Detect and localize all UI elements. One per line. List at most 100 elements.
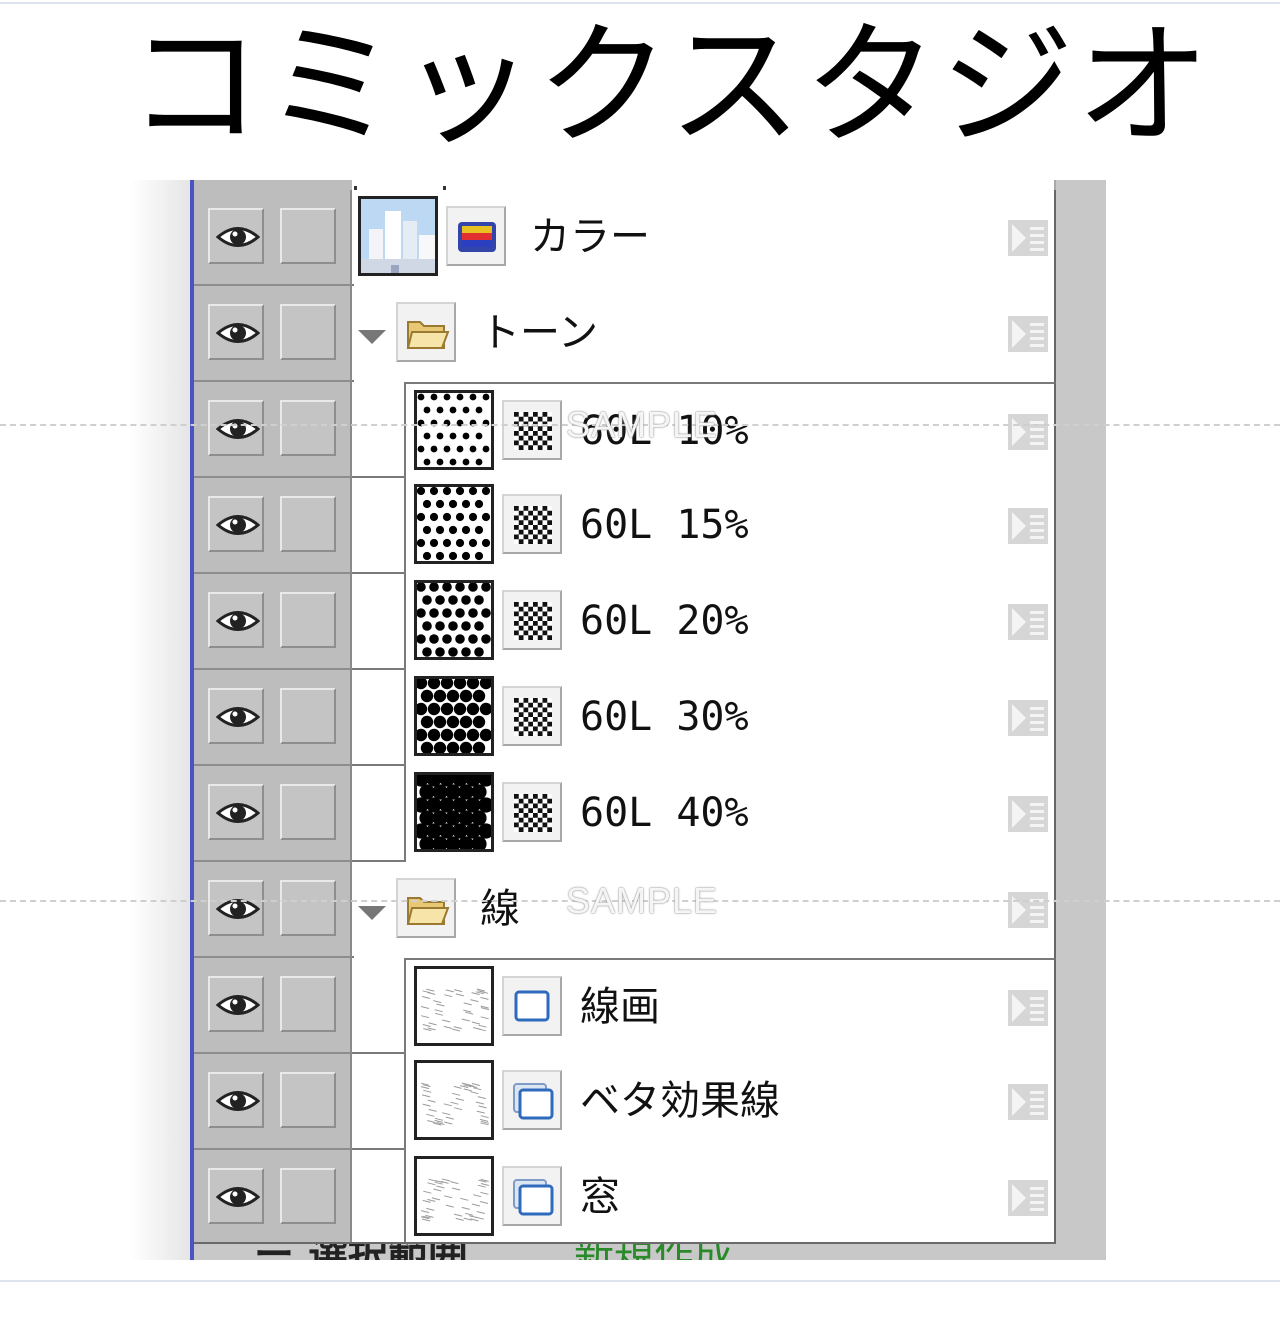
layer-toggle-cell — [194, 382, 352, 478]
eye-icon[interactable] — [208, 400, 264, 456]
layer-name: トーン — [480, 310, 598, 356]
lock-toggle[interactable] — [280, 1072, 336, 1128]
layer-thumbnail — [414, 484, 494, 564]
layer-content[interactable]: 60L 30% — [404, 670, 1056, 766]
layer-panel: カラートーン 60L 10% 60L 15% 60L 20% 60L 30% 60L 40… — [190, 180, 1106, 1260]
eye-icon[interactable] — [208, 304, 264, 360]
layer-toggle-cell — [194, 286, 352, 382]
lock-toggle[interactable] — [280, 400, 336, 456]
layer-row[interactable]: 60L 30% — [194, 670, 1056, 766]
watermark-text-2: SAMPLE — [566, 880, 719, 921]
eye-icon[interactable] — [208, 880, 264, 936]
raster-layer-icon — [502, 976, 562, 1036]
layer-properties-icon[interactable] — [1008, 414, 1048, 454]
lock-toggle[interactable] — [280, 976, 336, 1032]
layer-toggle-cell — [194, 574, 352, 670]
layer-thumbnail — [414, 1156, 494, 1236]
layer-properties-icon[interactable] — [1008, 796, 1048, 836]
lock-toggle[interactable] — [280, 592, 336, 648]
layer-row[interactable]: 60L 15% — [194, 478, 1056, 574]
triangle-down-icon[interactable] — [358, 330, 386, 344]
top-frame-line — [0, 2, 1280, 4]
layer-name: 60L 40% — [580, 790, 749, 836]
layer-thumbnail — [414, 966, 494, 1046]
layer-content[interactable]: 60L 15% — [404, 478, 1056, 574]
checker-icon — [502, 400, 562, 460]
layer-row[interactable]: 線画 — [194, 958, 1056, 1056]
layer-name: カラー — [530, 214, 650, 260]
selection-area-label: ー 選択範囲 — [254, 1244, 468, 1260]
layer-toggle-cell — [194, 1150, 352, 1246]
layer-properties-icon[interactable] — [1008, 316, 1048, 356]
layer-name: 線画 — [580, 984, 660, 1030]
layer-row[interactable]: 窓 — [194, 1150, 1056, 1246]
eye-icon[interactable] — [208, 592, 264, 648]
layer-name: 線 — [480, 886, 520, 932]
lock-toggle[interactable] — [280, 688, 336, 744]
watermark-text-1: SAMPLE — [566, 404, 719, 445]
layer-content[interactable]: 線画 — [404, 958, 1056, 1056]
layer-properties-icon[interactable] — [1008, 220, 1048, 260]
eye-icon[interactable] — [208, 496, 264, 552]
lock-toggle[interactable] — [280, 304, 336, 360]
layer-row[interactable]: 60L 40% — [194, 766, 1056, 862]
layer-toggle-cell — [194, 862, 352, 958]
layer-toggle-cell — [194, 1054, 352, 1150]
eye-icon[interactable] — [208, 688, 264, 744]
lock-toggle[interactable] — [280, 208, 336, 264]
layer-properties-icon[interactable] — [1008, 700, 1048, 740]
layer-content[interactable]: ベタ効果線 — [404, 1054, 1056, 1150]
bottom-frame-line — [0, 1280, 1280, 1282]
eye-icon[interactable] — [208, 784, 264, 840]
layer-properties-icon[interactable] — [1008, 990, 1048, 1030]
layer-content[interactable]: 窓 — [404, 1150, 1056, 1246]
layer-thumbnail — [414, 1060, 494, 1140]
layer-row[interactable]: トーン — [194, 286, 1056, 382]
layer-row[interactable]: ベタ効果線 — [194, 1054, 1056, 1150]
layer-properties-icon[interactable] — [1008, 508, 1048, 548]
layer-thumbnail — [358, 196, 438, 276]
layer-toggle-cell — [194, 958, 352, 1054]
new-create-label[interactable]: 新規作成 — [574, 1244, 734, 1260]
page-title: コミックスタジオ — [128, 8, 1212, 164]
layer-toggle-cell — [194, 766, 352, 862]
color-layer-icon — [446, 206, 506, 266]
layer-content[interactable]: カラー — [354, 190, 1056, 286]
layer-panel-scrollbar[interactable] — [1054, 180, 1106, 1260]
eye-icon[interactable] — [208, 976, 264, 1032]
lock-toggle[interactable] — [280, 880, 336, 936]
eye-icon[interactable] — [208, 1072, 264, 1128]
layer-name: ベタ効果線 — [580, 1078, 780, 1124]
layer-name: 60L 30% — [580, 694, 749, 740]
layer-properties-icon[interactable] — [1008, 1180, 1048, 1220]
layer-row[interactable]: カラー — [194, 190, 1056, 286]
checker-icon — [502, 686, 562, 746]
layer-content[interactable]: トーン — [354, 286, 1056, 382]
raster-layer-icon — [502, 1166, 562, 1226]
lock-toggle[interactable] — [280, 1168, 336, 1224]
triangle-down-icon[interactable] — [358, 906, 386, 920]
lock-toggle[interactable] — [280, 784, 336, 840]
eye-icon[interactable] — [208, 1168, 264, 1224]
eye-icon[interactable] — [208, 208, 264, 264]
layer-thumbnail — [414, 390, 494, 470]
layer-properties-icon[interactable] — [1008, 1084, 1048, 1124]
layer-content[interactable]: 60L 20% — [404, 574, 1056, 670]
checker-icon — [502, 590, 562, 650]
layer-content[interactable]: 60L 10% — [404, 382, 1056, 480]
layer-properties-icon[interactable] — [1008, 604, 1048, 644]
layer-panel-bottom-strip: ー 選択範囲 新規作成 — [194, 1242, 1056, 1260]
panel-shadow — [130, 180, 190, 1260]
layer-thumbnail — [414, 772, 494, 852]
layer-row[interactable]: 60L 20% — [194, 574, 1056, 670]
layer-toggle-cell — [194, 670, 352, 766]
lock-toggle[interactable] — [280, 496, 336, 552]
layer-content[interactable]: 60L 40% — [404, 766, 1056, 862]
layer-toggle-cell — [194, 478, 352, 574]
layer-name: 窓 — [580, 1174, 620, 1220]
layer-name: 60L 20% — [580, 598, 749, 644]
checker-icon — [502, 494, 562, 554]
layer-name: 60L 15% — [580, 502, 749, 548]
layer-list: カラートーン 60L 10% 60L 15% 60L 20% 60L 30% 60L 40… — [194, 186, 1056, 1246]
layer-properties-icon[interactable] — [1008, 892, 1048, 932]
